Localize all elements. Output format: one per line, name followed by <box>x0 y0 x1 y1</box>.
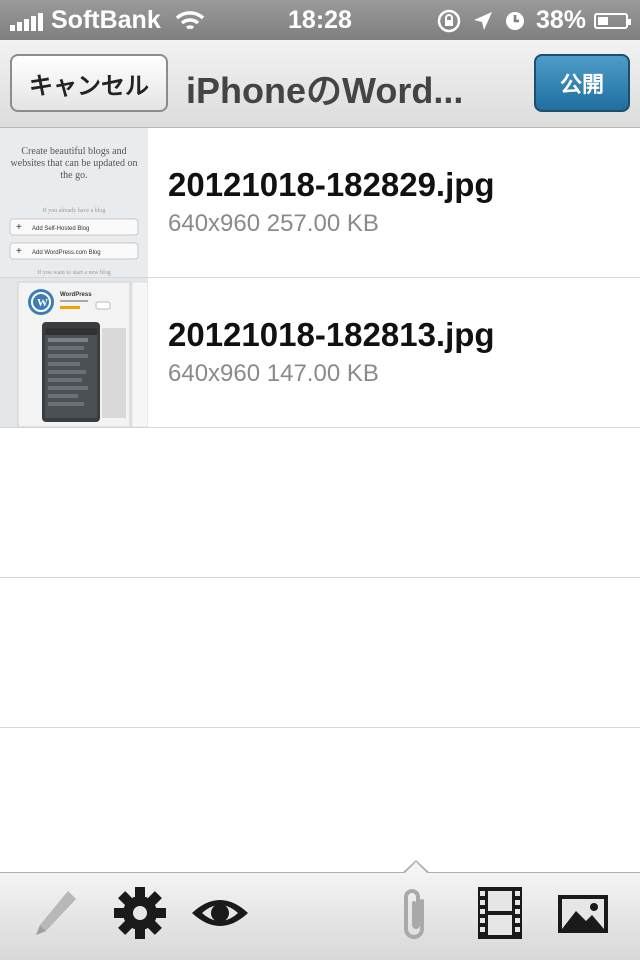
location-icon <box>473 11 492 30</box>
attachments-button[interactable] <box>394 885 438 950</box>
pencil-icon <box>36 891 76 935</box>
image-icon <box>558 895 608 933</box>
battery-icon <box>594 12 631 29</box>
add-video-button[interactable] <box>476 885 524 946</box>
wordpress-appstore-thumbnail: W WordPress <box>0 278 148 427</box>
page-title: iPhoneのWord... <box>186 70 464 106</box>
alarm-icon <box>505 11 524 30</box>
add-photo-button[interactable] <box>556 885 610 946</box>
empty-row <box>0 578 640 728</box>
thumbnail-image: W WordPress <box>0 278 148 427</box>
thumb-app-name: WordPress <box>60 292 92 298</box>
rotation-lock-icon <box>437 9 461 32</box>
svg-text:+: + <box>16 222 22 233</box>
list-item[interactable]: Create beautiful blogs and websites that… <box>0 128 640 278</box>
thumb-button2: Add WordPress.com Blog <box>32 250 101 256</box>
bottom-toolbar <box>0 860 640 960</box>
media-meta: 640x960 147.00 KB <box>168 360 379 387</box>
media-filename: 20121018-182813.jpg <box>168 316 495 353</box>
edit-button[interactable] <box>30 885 82 946</box>
wordpress-welcome-thumbnail: Create beautiful blogs and websites that… <box>0 128 148 277</box>
thumbnail-image: Create beautiful blogs and websites that… <box>0 128 148 277</box>
publish-button[interactable]: 公開 <box>534 54 630 112</box>
settings-button[interactable] <box>112 885 168 946</box>
media-list: Create beautiful blogs and websites that… <box>0 128 640 728</box>
eye-icon <box>192 900 248 926</box>
paperclip-icon <box>404 889 424 939</box>
thumb-button1: Add Self-Hosted Blog <box>32 226 89 232</box>
svg-text:W: W <box>37 297 48 309</box>
film-icon <box>478 887 522 939</box>
media-meta: 640x960 257.00 KB <box>168 210 379 237</box>
battery-percent: 38% <box>535 6 586 34</box>
nav-bar: キャンセル iPhoneのWord... 公開 <box>0 40 640 128</box>
empty-row <box>0 428 640 578</box>
media-filename: 20121018-182829.jpg <box>168 166 495 203</box>
thumb-subtext: If you already have a blog <box>43 207 106 214</box>
svg-text:+: + <box>16 246 22 257</box>
thumb-headline: Create beautiful blogs and websites that… <box>10 146 138 181</box>
thumb-subtext2: If you want to start a new blog <box>37 269 110 276</box>
gear-icon <box>114 887 166 939</box>
preview-button[interactable] <box>190 885 250 946</box>
cancel-button[interactable]: キャンセル <box>10 54 168 112</box>
status-bar: SoftBank 18:28 38% <box>0 0 640 40</box>
list-item[interactable]: W WordPress 20121018-182813.jpg 640x960 … <box>0 278 640 428</box>
